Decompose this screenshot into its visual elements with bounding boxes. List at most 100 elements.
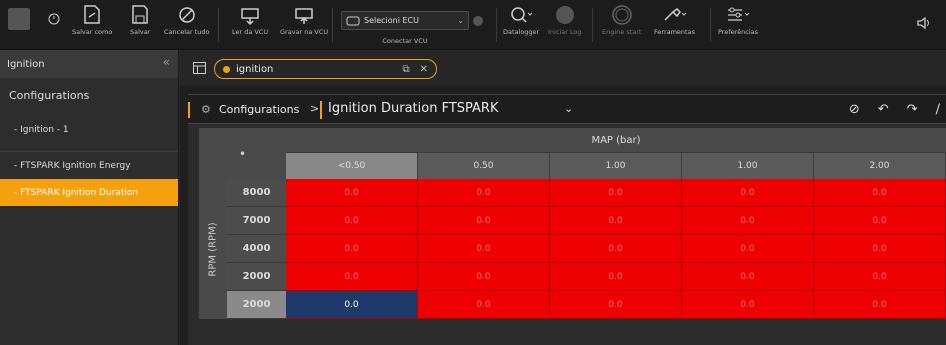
table-cell[interactable]: 0.0 (682, 179, 814, 207)
popout-icon[interactable]: ⧉ (402, 64, 409, 75)
save-as-icon (84, 5, 100, 24)
write-vcu-icon (295, 8, 313, 24)
table-cell[interactable]: 0.0 (550, 207, 682, 235)
save-as-button[interactable]: Salvar como (72, 4, 112, 36)
column-header[interactable]: 1.00 (682, 153, 814, 179)
preferences-button[interactable]: Preferências (718, 4, 758, 36)
breadcrumb-section[interactable]: Configurations (219, 103, 299, 116)
table-cell[interactable]: 0.0 (814, 179, 946, 207)
row-header[interactable]: 7000 (227, 207, 286, 235)
cancel-all-label: Cancelar tudo (164, 28, 210, 36)
gear-icon: ⚙ (201, 103, 211, 116)
collapse-icon[interactable]: « (163, 55, 170, 69)
table-cell[interactable]: 0.0 (682, 263, 814, 291)
power-icon (48, 13, 60, 25)
engine-start-label: Engine start (602, 28, 642, 36)
speaker-button[interactable] (916, 16, 932, 30)
col-axis-label: MAP (bar) (286, 128, 946, 153)
row-header[interactable]: 8000 (227, 179, 286, 207)
table-cell[interactable]: 0.0 (814, 235, 946, 263)
table-cell[interactable]: 0.0 (550, 235, 682, 263)
table-cell[interactable]: 0.0 (286, 207, 418, 235)
datalogger-button[interactable]: Datalogger (503, 4, 539, 36)
table-cell[interactable]: 0.0 (550, 179, 682, 207)
wrench-icon (664, 8, 687, 21)
column-header[interactable]: 2.00 (814, 153, 946, 179)
table-cell[interactable]: 0.0 (418, 235, 550, 263)
table-panel: ⚙ Configurations > Ignition Duration FTS… (188, 94, 946, 345)
table-cell[interactable]: 0.0 (814, 291, 946, 319)
write-vcu-button[interactable]: Gravar na VCU (280, 4, 328, 36)
tab-ignition[interactable]: ignition ⧉ ✕ (214, 59, 437, 79)
row-header[interactable]: 2000 (227, 291, 286, 319)
read-vcu-button[interactable]: Ler da VCU (232, 4, 268, 36)
table-cell[interactable]: 0.0 (286, 291, 418, 319)
breadcrumb: ⚙ Configurations > Ignition Duration FTS… (188, 94, 946, 124)
sidebar-title: Ignition (7, 58, 45, 70)
table-cell[interactable]: 0.0 (682, 235, 814, 263)
edit-icon[interactable]: ∕ (936, 102, 940, 117)
toolbar-divider (496, 8, 497, 42)
cancel-icon[interactable]: ⊘ (849, 102, 860, 117)
toolbar-divider (710, 8, 711, 42)
ecu-select-dropdown[interactable]: Selecioni ECU ⌄ (341, 11, 469, 30)
table-cell[interactable]: 0.0 (418, 179, 550, 207)
table-cell[interactable]: 0.0 (286, 179, 418, 207)
sidebar: Ignition « Configurations - Ignition - 1… (0, 50, 179, 345)
save-button[interactable]: Salvar (130, 4, 150, 36)
write-vcu-label: Gravar na VCU (280, 28, 329, 36)
table-cell[interactable]: 0.0 (550, 263, 682, 291)
toolbar-divider (592, 8, 593, 42)
table-cell[interactable]: 0.0 (418, 263, 550, 291)
row-axis-text: RPM (RPM) (207, 221, 219, 277)
connect-vcu-label[interactable]: Conectar VCU (341, 37, 469, 45)
redo-icon[interactable]: ↷ (907, 102, 918, 117)
table-cell[interactable]: 0.0 (418, 207, 550, 235)
status-indicator (8, 8, 30, 30)
table-cell[interactable]: 0.0 (286, 235, 418, 263)
row-header[interactable]: 4000 (227, 235, 286, 263)
cancel-all-button[interactable]: Cancelar tudo (164, 4, 210, 36)
column-header[interactable]: <0.50 (286, 153, 418, 179)
chevron-down-icon[interactable]: ⌄ (564, 102, 573, 115)
column-header[interactable]: 1.00 (550, 153, 682, 179)
sidebar-item-ignition-1[interactable]: - Ignition - 1 (0, 116, 178, 143)
table-cell[interactable]: 0.0 (682, 291, 814, 319)
sidebar-group-configurations[interactable]: Configurations (0, 78, 178, 116)
sidebar-item-label: - Ignition - 1 (14, 124, 69, 135)
start-log-button[interactable]: Iniciar Log (548, 4, 582, 36)
read-vcu-icon (241, 8, 259, 26)
grid-icon[interactable] (193, 62, 206, 74)
main-area: ignition ⧉ ✕ ⚙ Configurations > Ignition… (180, 50, 946, 345)
table-cell[interactable]: 0.0 (682, 207, 814, 235)
ecu-icon (346, 16, 360, 25)
table-cell[interactable]: 0.0 (286, 263, 418, 291)
engine-start-button[interactable]: Engine start (602, 4, 641, 36)
save-label: Salvar (130, 28, 151, 36)
preferences-label: Preferências (718, 28, 759, 36)
sliders-icon (728, 7, 750, 21)
sidebar-item-ignition-energy[interactable]: - FTSPARK Ignition Energy (0, 152, 178, 179)
column-header[interactable]: 0.50 (418, 153, 550, 179)
tab-label: ignition (236, 63, 274, 75)
datalogger-icon (511, 7, 533, 23)
toolbar-divider (218, 8, 219, 42)
table-cell[interactable]: 0.0 (550, 291, 682, 319)
accent-bar (320, 101, 322, 119)
table-cell[interactable]: 0.0 (814, 207, 946, 235)
sidebar-item-ignition-duration[interactable]: - FTSPARK Ignition Duration (0, 179, 178, 206)
accent-bar (188, 102, 190, 118)
row-header[interactable]: 2000 (227, 263, 286, 291)
tab-status-dot (223, 65, 230, 73)
page-title: Ignition Duration FTSPARK (328, 101, 499, 116)
power-button[interactable] (48, 13, 60, 25)
tab-bar: ignition ⧉ ✕ (180, 50, 946, 86)
save-icon (132, 5, 148, 24)
table-cell[interactable]: 0.0 (814, 263, 946, 291)
table-cell[interactable]: 0.0 (418, 291, 550, 319)
close-icon[interactable]: ✕ (420, 64, 428, 75)
undo-icon[interactable]: ↶ (878, 102, 889, 117)
tools-button[interactable]: Ferramentas (654, 4, 695, 36)
sidebar-item-label: - FTSPARK Ignition Energy (14, 160, 131, 171)
table-corner: • (199, 128, 286, 179)
